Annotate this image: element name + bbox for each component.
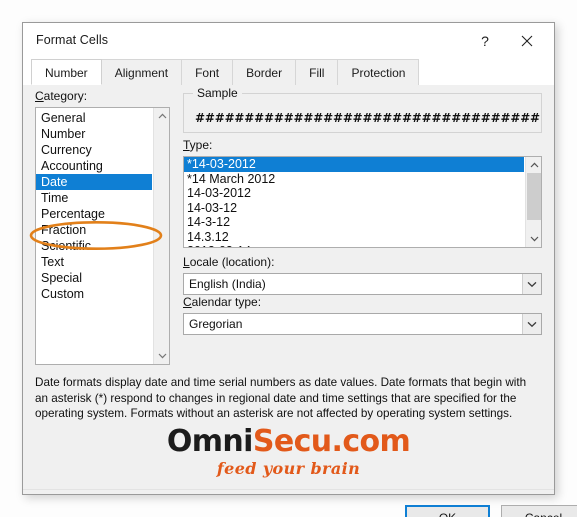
type-item-4[interactable]: 14-3-12 — [184, 215, 524, 230]
category-item-currency[interactable]: Currency — [36, 142, 152, 158]
type-item-6[interactable]: 2012-03-14 — [184, 244, 524, 247]
tab-border[interactable]: Border — [232, 59, 297, 85]
watermark-brand-part2: Secu.com — [252, 424, 411, 459]
chevron-up-icon[interactable] — [154, 108, 169, 124]
chevron-up-icon[interactable] — [526, 157, 541, 173]
locale-label: Locale (location): — [183, 255, 275, 269]
locale-value: English (India) — [189, 277, 266, 291]
chevron-down-icon[interactable] — [526, 231, 541, 247]
category-item-number[interactable]: Number — [36, 126, 152, 142]
category-item-accounting[interactable]: Accounting — [36, 158, 152, 174]
type-list: *14-03-2012 *14 March 2012 14-03-2012 14… — [184, 157, 524, 247]
type-item-3[interactable]: 14-03-12 — [184, 201, 524, 216]
category-item-date[interactable]: Date — [36, 174, 152, 190]
sample-label: Sample — [193, 86, 242, 100]
category-item-time[interactable]: Time — [36, 190, 152, 206]
dialog-titlebar: Format Cells ? — [23, 23, 554, 58]
tab-alignment[interactable]: Alignment — [100, 59, 183, 85]
tab-fill[interactable]: Fill — [295, 59, 339, 85]
category-label: Category: — [35, 89, 88, 103]
category-scrollbar[interactable] — [153, 108, 169, 364]
help-icon[interactable]: ? — [472, 29, 498, 53]
watermark-brand-part1: Omni — [166, 424, 254, 459]
category-item-fraction[interactable]: Fraction — [36, 222, 152, 238]
category-item-custom[interactable]: Custom — [36, 286, 152, 302]
calendar-type-combobox[interactable]: Gregorian — [183, 313, 542, 335]
type-scrollbar[interactable] — [525, 157, 541, 247]
category-item-percentage[interactable]: Percentage — [36, 206, 152, 222]
category-list: General Number Currency Accounting Date … — [36, 108, 152, 302]
tab-protection[interactable]: Protection — [337, 59, 420, 85]
close-icon[interactable] — [514, 29, 540, 53]
type-listbox[interactable]: *14-03-2012 *14 March 2012 14-03-2012 14… — [183, 156, 542, 248]
type-label: Type: — [183, 138, 213, 152]
cancel-button[interactable]: Cancel — [501, 505, 577, 517]
chevron-down-icon[interactable] — [154, 348, 169, 364]
type-item-2[interactable]: 14-03-2012 — [184, 186, 524, 201]
tab-number[interactable]: Number — [31, 59, 102, 85]
calendar-type-value: Gregorian — [189, 317, 243, 331]
locale-combobox[interactable]: English (India) — [183, 273, 542, 295]
description-text: Date formats display date and time seria… — [35, 376, 527, 420]
tab-font[interactable]: Font — [181, 59, 234, 85]
type-item-0[interactable]: *14-03-2012 — [184, 157, 524, 172]
format-cells-dialog: Format Cells ? Number Alignment Font Bor… — [22, 22, 577, 517]
category-item-text[interactable]: Text — [36, 254, 152, 270]
sample-value: ########################################… — [195, 111, 540, 125]
watermark: OmniSecu.com feed your brain — [23, 425, 554, 479]
ok-button[interactable]: OK — [405, 505, 490, 517]
tab-strip: Number Alignment Font Border Fill Protec… — [23, 58, 554, 85]
category-item-special[interactable]: Special — [36, 270, 152, 286]
dialog-body: Category: General Number Currency Accoun… — [23, 85, 577, 517]
watermark-brand: OmniSecu.com — [23, 425, 554, 459]
footer-separator — [23, 489, 554, 490]
watermark-tagline: feed your brain — [216, 459, 361, 478]
category-item-general[interactable]: General — [36, 110, 152, 126]
chevron-down-icon[interactable] — [522, 274, 541, 294]
dialog-title: Format Cells — [36, 33, 109, 47]
screenshot-root: Format Cells ? Number Alignment Font Bor… — [0, 0, 577, 517]
type-item-1[interactable]: *14 March 2012 — [184, 172, 524, 187]
category-listbox[interactable]: General Number Currency Accounting Date … — [35, 107, 170, 365]
type-item-5[interactable]: 14.3.12 — [184, 230, 524, 245]
chevron-down-icon[interactable] — [522, 314, 541, 334]
calendar-type-label: Calendar type: — [183, 295, 262, 309]
category-item-scientific[interactable]: Scientific — [36, 238, 152, 254]
type-scrollbar-thumb[interactable] — [527, 173, 541, 220]
